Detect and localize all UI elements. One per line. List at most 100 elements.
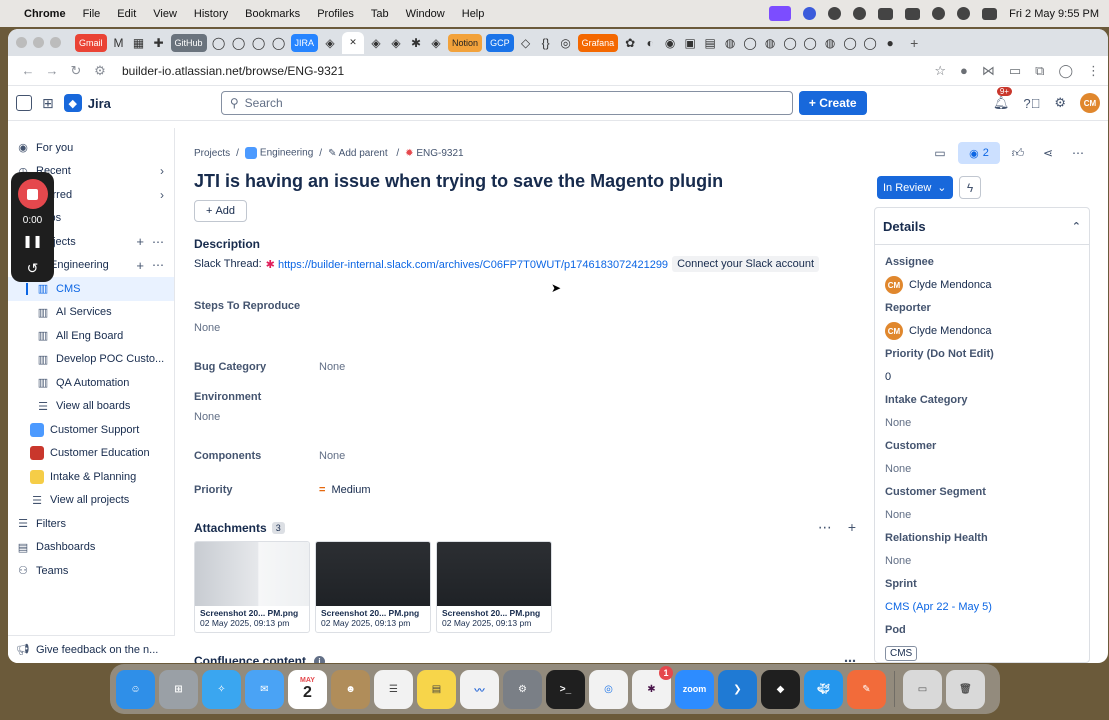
add-button[interactable]: + Add bbox=[194, 200, 247, 222]
vscode-icon[interactable]: ❯ bbox=[718, 669, 757, 709]
more-options-icon[interactable]: ⋯ bbox=[818, 519, 832, 536]
spotlight-search-icon[interactable] bbox=[957, 7, 971, 20]
priority-value[interactable]: = Medium bbox=[319, 484, 371, 496]
extension-icon[interactable]: ● bbox=[960, 63, 968, 78]
tab-app-icon[interactable]: ✿ bbox=[622, 34, 638, 52]
battery-icon[interactable] bbox=[905, 7, 921, 20]
sidebar-board-qa-automation[interactable]: ▥ QA Automation bbox=[8, 371, 174, 395]
extension-icon[interactable]: ⋈ bbox=[982, 63, 995, 79]
menu-help[interactable]: Help bbox=[462, 8, 485, 20]
more-options-icon[interactable]: ⋯ bbox=[844, 654, 856, 663]
reload-icon[interactable]: ↻ bbox=[64, 63, 88, 79]
close-window-icon[interactable] bbox=[16, 37, 27, 48]
intake-category-value[interactable]: None bbox=[885, 409, 1079, 437]
site-settings-icon[interactable]: ⚙ bbox=[88, 63, 112, 79]
sidebar-project-customer-support[interactable]: Customer Support bbox=[8, 418, 174, 442]
search-input[interactable]: ⚲ Search bbox=[220, 91, 793, 115]
finder-icon[interactable]: ☺ bbox=[116, 669, 155, 709]
restart-recording-icon[interactable]: ↺ bbox=[27, 260, 39, 277]
slack-thread-link[interactable]: ✱ https://builder-internal.slack.com/arc… bbox=[266, 258, 668, 271]
new-tab-icon[interactable]: + bbox=[906, 34, 922, 52]
tab-app-icon[interactable]: ◍ bbox=[762, 34, 778, 52]
tab-app-icon[interactable]: ◍ bbox=[822, 34, 838, 52]
sidebar-board-develop-poc[interactable]: ▥ Develop POC Custo... bbox=[8, 348, 174, 372]
sidebar-item-teams[interactable]: ⚇ Teams bbox=[8, 559, 174, 583]
chevron-right-icon[interactable]: › bbox=[160, 188, 164, 202]
tab-app-icon[interactable]: ▤ bbox=[702, 34, 718, 52]
system-settings-icon[interactable]: ⚙ bbox=[503, 669, 542, 709]
attachment-card[interactable]: Screenshot 20... PM.png 02 May 2025, 09:1… bbox=[194, 541, 310, 633]
tab-github[interactable]: GitHub bbox=[170, 33, 207, 52]
url-field[interactable]: builder-io.atlassian.net/browse/ENG-9321 bbox=[122, 64, 934, 78]
tab-slack-icon[interactable]: ✱ bbox=[408, 34, 424, 52]
attachment-card[interactable]: Screenshot 20... PM.png 02 May 2025, 09:1… bbox=[315, 541, 431, 633]
chevron-up-icon[interactable]: ⌃ bbox=[1072, 220, 1081, 233]
terminal-icon[interactable]: >_ bbox=[546, 669, 585, 709]
details-header[interactable]: Details ⌃ bbox=[875, 208, 1089, 245]
downloads-folder-icon[interactable]: ▭ bbox=[903, 669, 942, 709]
menu-profiles[interactable]: Profiles bbox=[317, 8, 354, 20]
sidebar-project-customer-education[interactable]: Customer Education bbox=[8, 442, 174, 466]
tab-github-icon[interactable]: ◯ bbox=[251, 34, 267, 52]
sidebar-item-dashboards[interactable]: ▤ Dashboards bbox=[8, 536, 174, 560]
breadcrumb-issue-key[interactable]: ✹ ENG-9321 bbox=[405, 148, 463, 159]
forward-icon[interactable]: → bbox=[40, 63, 64, 78]
profile-icon[interactable]: ◯ bbox=[1058, 63, 1073, 79]
sidebar-item-for-you[interactable]: ◉ For you bbox=[8, 136, 174, 160]
assignee-value[interactable]: CM Clyde Mendonca bbox=[885, 271, 1079, 299]
maximize-window-icon[interactable] bbox=[50, 37, 61, 48]
sidebar-project-intake-planning[interactable]: Intake & Planning bbox=[8, 465, 174, 489]
tab-app-icon[interactable]: ◐ bbox=[642, 34, 658, 52]
tab-github-icon[interactable]: ◯ bbox=[231, 34, 247, 52]
slack-icon[interactable]: ✱ 1 bbox=[632, 665, 673, 709]
tab-github-icon[interactable]: ◯ bbox=[842, 34, 858, 52]
tab-jira-icon[interactable]: ◈ bbox=[322, 34, 338, 52]
menubar-clock[interactable]: Fri 2 May 9:55 PM bbox=[1009, 8, 1099, 20]
priority-dne-value[interactable]: 0 bbox=[885, 363, 1079, 391]
notes-icon[interactable]: ▤ bbox=[417, 669, 456, 709]
connect-slack-button[interactable]: Connect your Slack account bbox=[672, 256, 820, 272]
minimize-window-icon[interactable] bbox=[33, 37, 44, 48]
tab-app-icon[interactable]: ◇ bbox=[518, 34, 534, 52]
gear-status-icon[interactable] bbox=[828, 7, 842, 20]
freeform-icon[interactable]: 〰 bbox=[460, 669, 499, 709]
menu-app-name[interactable]: Chrome bbox=[24, 8, 66, 20]
bookmark-star-icon[interactable]: ☆ bbox=[934, 63, 946, 79]
reporter-value[interactable]: CM Clyde Mendonca bbox=[885, 317, 1079, 345]
watch-button[interactable]: ◉ 2 bbox=[958, 142, 1000, 164]
extension-icon[interactable]: ▭ bbox=[1009, 63, 1021, 79]
help-icon[interactable]: ?⃝ bbox=[1023, 96, 1040, 111]
status-dropdown[interactable]: In Review ⌄ bbox=[877, 176, 953, 199]
trash-icon[interactable]: 🗑︎ bbox=[946, 669, 985, 709]
description-body[interactable]: Slack Thread: ✱ https://builder-internal… bbox=[194, 256, 876, 272]
add-project-icon[interactable]: + bbox=[136, 234, 144, 249]
more-options-icon[interactable]: ⋯ bbox=[152, 258, 164, 272]
jira-brand[interactable]: Jira bbox=[88, 96, 111, 111]
more-options-icon[interactable]: ⋯ bbox=[152, 235, 164, 249]
menu-bookmarks[interactable]: Bookmarks bbox=[245, 8, 300, 20]
screen-share-icon[interactable] bbox=[769, 6, 792, 21]
mail-icon[interactable]: ✉ bbox=[245, 669, 284, 709]
steps-to-reproduce-value[interactable]: None bbox=[194, 322, 876, 334]
automation-bolt-icon[interactable]: ϟ bbox=[959, 176, 981, 199]
add-board-icon[interactable]: + bbox=[136, 258, 144, 273]
sidebar-toggle-icon[interactable] bbox=[16, 95, 32, 111]
cube-app-icon[interactable]: ◆ bbox=[761, 669, 800, 709]
tab-github-icon[interactable]: ◯ bbox=[802, 34, 818, 52]
pause-recording-icon[interactable]: ❚❚ bbox=[22, 234, 42, 248]
menu-edit[interactable]: Edit bbox=[117, 8, 136, 20]
sidebar-board-ai-services[interactable]: ▥ AI Services bbox=[8, 301, 174, 325]
app-switcher-icon[interactable]: ⊞ bbox=[42, 95, 54, 112]
docker-status-icon[interactable] bbox=[853, 7, 867, 20]
sidebar-board-all-eng[interactable]: ▥ All Eng Board bbox=[8, 324, 174, 348]
customer-value[interactable]: None bbox=[885, 455, 1079, 483]
menu-window[interactable]: Window bbox=[406, 8, 445, 20]
info-icon[interactable]: i bbox=[314, 655, 326, 663]
contacts-icon[interactable]: ☻ bbox=[331, 669, 370, 709]
more-actions-icon[interactable]: ⋯ bbox=[1066, 142, 1090, 164]
tab-gmail-icon[interactable]: M bbox=[111, 34, 127, 52]
feedback-icon[interactable]: ▭ bbox=[928, 142, 952, 164]
tab-calendar-icon[interactable]: ▦ bbox=[131, 34, 147, 52]
notifications-bell-icon[interactable]: 🔔︎ 9+ bbox=[993, 87, 1012, 111]
bug-category-value[interactable]: None bbox=[319, 361, 345, 373]
